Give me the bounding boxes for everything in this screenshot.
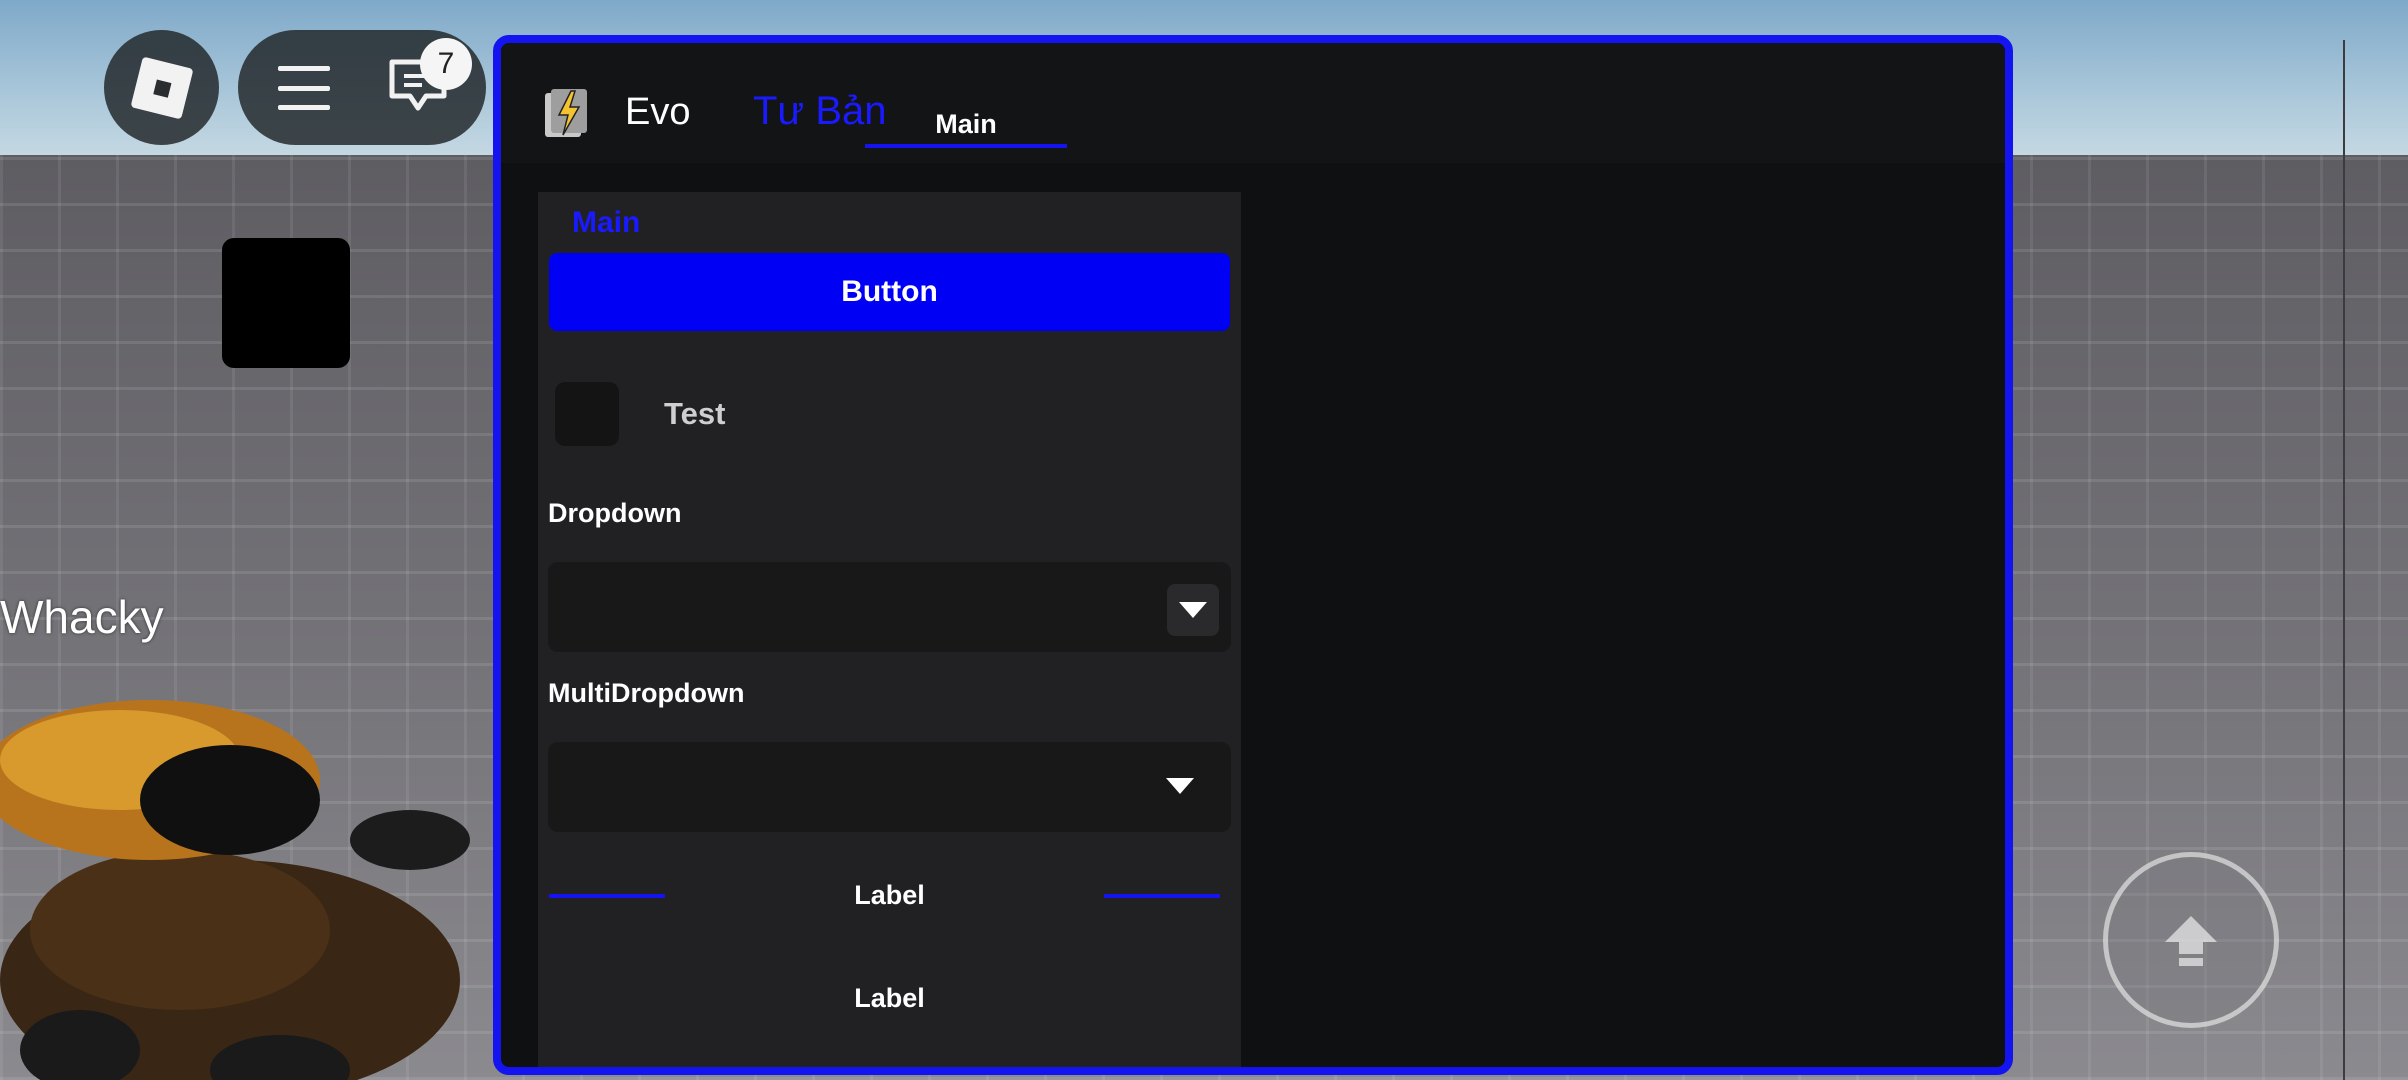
dropdown-field[interactable]: [548, 562, 1231, 652]
menu-icon[interactable]: [278, 66, 330, 110]
plain-label: Label: [854, 983, 925, 1013]
evo-app-icon: [545, 89, 587, 137]
test-toggle-checkbox[interactable]: [555, 382, 619, 446]
section-title: Main: [572, 206, 641, 239]
roblox-logo-icon: [129, 55, 194, 120]
jump-arrow-icon: [2165, 916, 2217, 966]
divider-line-right: [1104, 894, 1220, 898]
chevron-down-icon[interactable]: [1165, 775, 1195, 797]
evo-window: Evo Tư Bản Main Main Button Test Dropdow…: [493, 35, 2013, 1075]
test-toggle-label: Test: [664, 396, 726, 431]
chat-unread-badge: 7: [420, 38, 472, 90]
top-bar-pill: 7: [238, 30, 486, 145]
black-square-widget[interactable]: [222, 238, 350, 368]
dropdown-label: Dropdown: [548, 498, 682, 528]
main-button[interactable]: Button: [549, 253, 1230, 331]
world-pole: [2343, 40, 2345, 1080]
chevron-down-icon[interactable]: [1167, 584, 1219, 636]
player-nametag: Whacky: [0, 591, 164, 643]
window-title: Evo: [625, 91, 691, 133]
tab-main[interactable]: Main: [865, 103, 1067, 148]
multidropdown-field[interactable]: [548, 742, 1231, 832]
window-titlebar[interactable]: Evo Tư Bản Main: [501, 43, 2005, 163]
main-section-panel: Main Button Test Dropdown MultiDropdown …: [538, 192, 1241, 1067]
jump-button[interactable]: [2103, 852, 2279, 1028]
roblox-menu-button[interactable]: [104, 30, 219, 145]
player-avatar: [0, 700, 470, 1080]
multidropdown-label: MultiDropdown: [548, 678, 745, 708]
